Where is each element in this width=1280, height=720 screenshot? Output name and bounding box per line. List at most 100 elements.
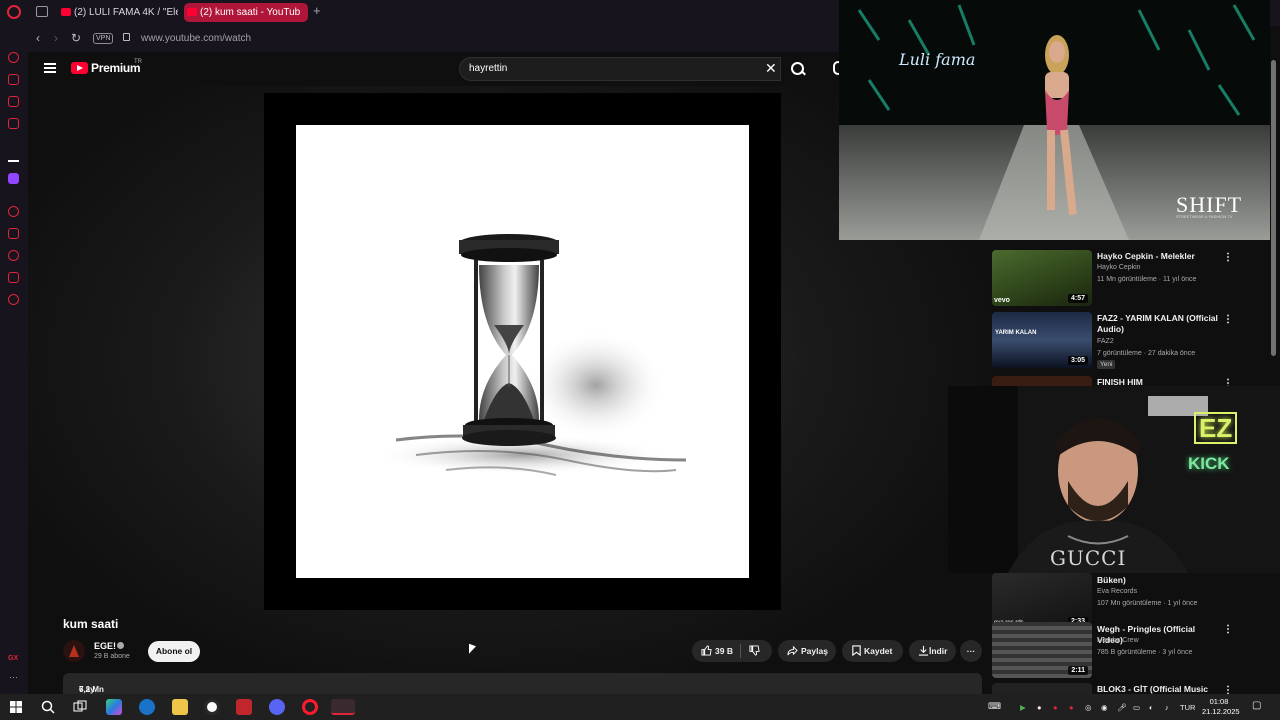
pip-webcam-stream[interactable]: EZ KICK GUCCI: [948, 386, 1280, 573]
twitch-icon[interactable]: [8, 173, 19, 184]
rec-channel[interactable]: FAZ2: [1097, 338, 1114, 345]
file-explorer-icon[interactable]: [172, 699, 188, 715]
aria-icon[interactable]: [8, 52, 19, 63]
gx-icon[interactable]: GX: [8, 655, 18, 662]
vk-icon[interactable]: [8, 118, 19, 129]
new-tab-button[interactable]: +: [313, 3, 321, 18]
new-badge: Yeni: [1097, 360, 1116, 369]
youtube-logo-icon[interactable]: [71, 62, 88, 74]
bookmark-icon[interactable]: [8, 228, 19, 239]
channel-avatar[interactable]: [63, 640, 85, 662]
description-box[interactable]: 7,2 Mn görüntüleme 6 ay önce: [63, 673, 982, 703]
windows-taskbar: ⌨ ▶ ● ● ● ◎ ◉ 🎤︎ ▭ ◐ ♪ TUR 01:08 21.12.2…: [0, 694, 1280, 720]
rec-title[interactable]: FINISH HIM: [1097, 377, 1221, 386]
settings-icon[interactable]: [8, 294, 19, 305]
thumbs-up-icon[interactable]: [701, 645, 712, 656]
discord-tray-icon[interactable]: ●: [1037, 703, 1042, 712]
edge-icon[interactable]: [139, 699, 155, 715]
search-button[interactable]: [781, 57, 813, 81]
video-thumbnail[interactable]: [992, 683, 1092, 694]
channel-name[interactable]: EGE!: [94, 641, 116, 651]
reload-icon[interactable]: ↻: [71, 31, 81, 45]
messenger-icon[interactable]: [8, 96, 19, 107]
tab-kum-saati[interactable]: (2) kum saati - YouTub: [184, 3, 308, 22]
opera-icon[interactable]: [302, 699, 318, 715]
url-field[interactable]: www.youtube.com/watch: [141, 33, 251, 44]
tab-luli-fama[interactable]: (2) LULI FAMA 4K / "Elect: [58, 3, 178, 22]
list-item[interactable]: vevo 4:57 Hayko Cepkin - Melekler Hayko …: [992, 250, 1235, 310]
video-thumbnail[interactable]: vevo 4:57: [992, 250, 1092, 306]
video-player[interactable]: [264, 93, 781, 610]
more-vert-icon[interactable]: ⋮: [1223, 685, 1233, 694]
download-button[interactable]: İndir: [909, 640, 956, 662]
like-count[interactable]: 39 B: [715, 640, 733, 662]
rec-title[interactable]: BLOK3 - GİT (Official Music: [1097, 684, 1221, 694]
app-tray-icon[interactable]: ●: [1069, 703, 1074, 712]
subscribe-button[interactable]: Abone ol: [148, 641, 200, 662]
forward-icon[interactable]: ›: [54, 31, 58, 45]
discord-icon[interactable]: [269, 699, 285, 715]
clear-search-icon[interactable]: ✕: [765, 60, 777, 77]
notification-icon[interactable]: ▢: [1252, 700, 1261, 711]
copilot-icon[interactable]: [106, 699, 122, 715]
video-thumbnail[interactable]: 2:11: [992, 622, 1092, 678]
tray-icon[interactable]: ◎: [1085, 703, 1092, 712]
voice-app-icon[interactable]: [236, 699, 252, 715]
rec-channel[interactable]: Mamba Crew: [1097, 637, 1139, 644]
rec-title[interactable]: FAZ2 - YARIM KALAN (Official Audio): [1097, 313, 1221, 335]
video-thumbnail[interactable]: eva rec rds 2:33: [992, 573, 1092, 629]
extensions-icon[interactable]: [8, 272, 19, 283]
search-input[interactable]: hayrettin: [469, 63, 507, 74]
microphone-icon[interactable]: 🎤︎: [1117, 703, 1127, 712]
video-thumbnail[interactable]: [992, 376, 1092, 386]
save-button[interactable]: Kaydet: [842, 640, 903, 662]
more-actions-button[interactable]: ···: [960, 640, 982, 662]
rec-channel[interactable]: Hayko Cepkin: [1097, 264, 1141, 271]
pip-video-fashion[interactable]: Luli fama SHIFT STREETWEAR & FASHION.TV: [839, 0, 1270, 240]
tray-icon[interactable]: ◉: [1101, 703, 1108, 712]
clock[interactable]: 01:08 21.12.2025: [1202, 697, 1240, 717]
task-view-icon[interactable]: [72, 699, 88, 715]
more-vert-icon[interactable]: ⋮: [1223, 378, 1233, 386]
network-icon[interactable]: ▭: [1133, 703, 1140, 712]
share-button[interactable]: Paylaş: [778, 640, 836, 662]
player-icon[interactable]: [8, 206, 19, 217]
list-item[interactable]: YARIM KALAN 3:05 FAZ2 - YARIM KALAN (Off…: [992, 312, 1235, 372]
list-item[interactable]: BLOK3 - GİT (Official Music ⋮: [992, 683, 1235, 694]
windows-start-icon[interactable]: [8, 699, 24, 715]
search-icon[interactable]: [40, 699, 56, 715]
more-vert-icon[interactable]: ⋮: [1223, 624, 1233, 635]
youtube-premium-logo[interactable]: Premium: [91, 61, 141, 75]
search-box[interactable]: hayrettin ✕: [459, 57, 781, 81]
back-icon[interactable]: ‹: [36, 31, 40, 45]
rec-title[interactable]: Hayko Cepkin - Melekler: [1097, 251, 1221, 262]
bag-icon[interactable]: [8, 74, 19, 85]
scrollbar-thumb[interactable]: [1271, 60, 1276, 356]
video-frame-hourglass: [296, 125, 749, 578]
volume-icon[interactable]: ♪: [1165, 703, 1169, 712]
opera-tray-icon[interactable]: ●: [1053, 703, 1058, 712]
rec-channel[interactable]: Eva Records: [1097, 588, 1137, 595]
list-item[interactable]: FINISH HIM ⋮: [992, 376, 1235, 386]
vpn-badge[interactable]: VPN: [93, 33, 114, 44]
keyboard-icon[interactable]: ⌨: [988, 701, 1001, 712]
language-indicator[interactable]: TUR: [1180, 703, 1195, 712]
opera-logo-icon[interactable]: [7, 5, 21, 19]
nvidia-icon[interactable]: ▶: [1020, 703, 1026, 712]
history-icon[interactable]: [8, 250, 19, 261]
more-vert-icon[interactable]: ⋮: [1223, 314, 1233, 325]
chrome-icon[interactable]: [204, 699, 220, 715]
opera-gx-active-icon[interactable]: [331, 699, 355, 715]
more-vert-icon[interactable]: ⋮: [1223, 252, 1233, 263]
lock-icon[interactable]: [123, 33, 130, 41]
arc-icon[interactable]: [8, 151, 19, 162]
thumbs-down-icon[interactable]: [749, 645, 760, 656]
more-icon[interactable]: ···: [9, 672, 18, 682]
rec-title[interactable]: Büken): [1097, 575, 1221, 586]
workspaces-icon[interactable]: [36, 6, 48, 17]
speaker-icon[interactable]: ◐: [1149, 703, 1154, 712]
video-thumbnail[interactable]: YARIM KALAN 3:05: [992, 312, 1092, 368]
list-item[interactable]: 2:11 Wegh - Pringles (Official Video) Ma…: [992, 622, 1235, 682]
neon-sign-ez: EZ: [1194, 412, 1238, 444]
menu-icon[interactable]: [44, 63, 56, 73]
